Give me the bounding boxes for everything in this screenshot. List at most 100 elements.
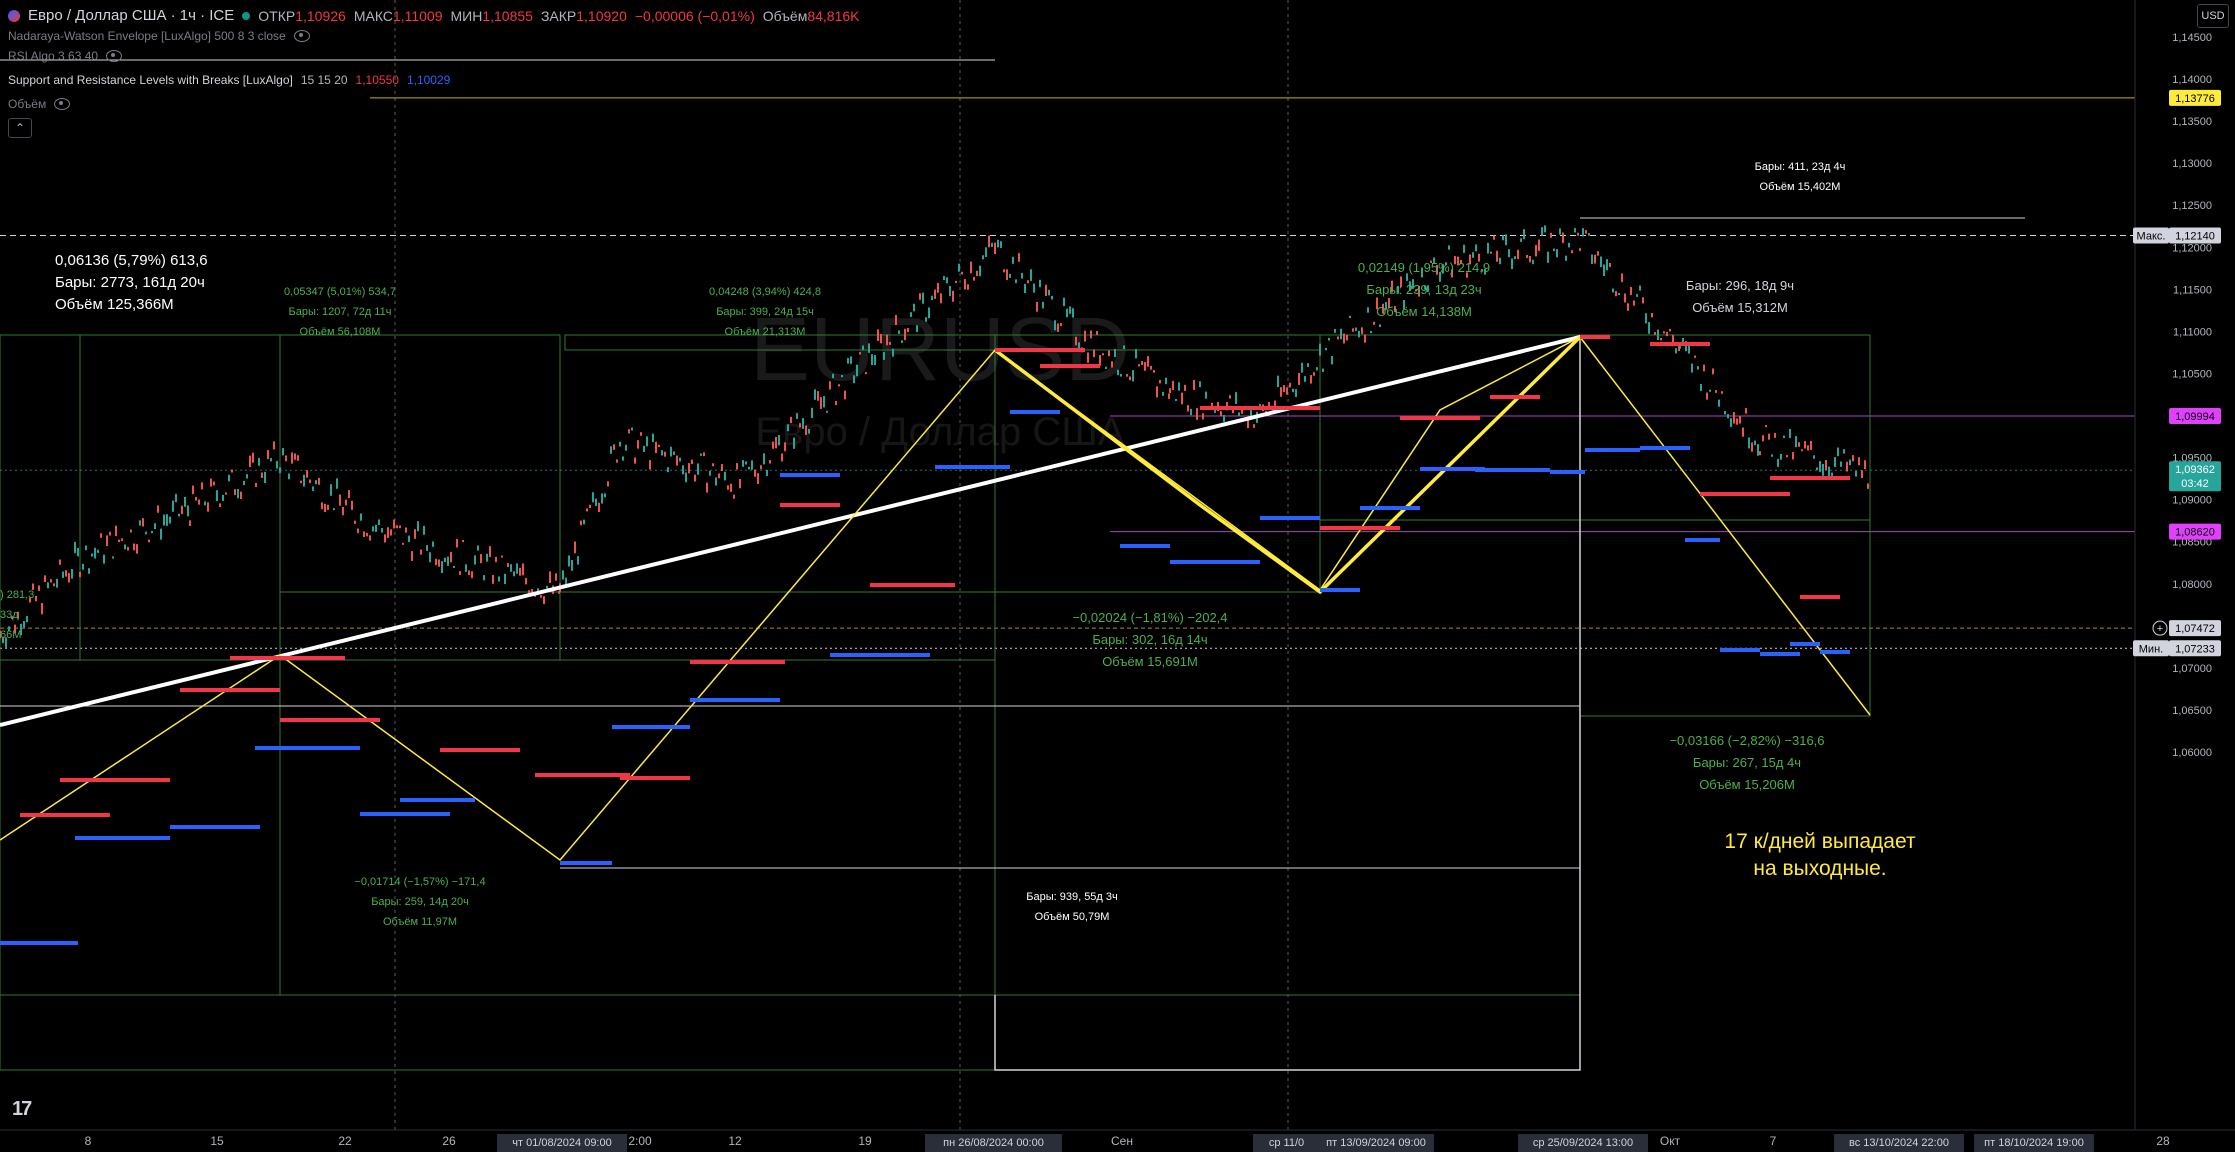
price-badge-value: 1,07472 xyxy=(2175,623,2215,635)
measure-box[interactable] xyxy=(1319,334,1581,521)
price-badge-label: Мин. xyxy=(2139,643,2163,655)
add-alert-plus: + xyxy=(2157,623,2163,635)
time-tick-label: Сен xyxy=(1111,1134,1133,1148)
measurement-label: Объём 15,312M xyxy=(1692,300,1788,315)
close-value: 1,10920 xyxy=(576,8,627,24)
measure-box[interactable] xyxy=(279,591,996,996)
time-highlight-label: пт 13/09/2024 09:00 xyxy=(1326,1137,1426,1149)
measurement-label: Бары: 399, 24д 15ч xyxy=(716,306,814,318)
indicator-sr-levels[interactable]: Support and Resistance Levels with Break… xyxy=(8,70,293,90)
eye-hidden-icon[interactable] xyxy=(54,98,71,110)
time-highlight-label: вс 13/10/2024 22:00 xyxy=(1849,1137,1949,1149)
measurement-label: 0,04248 (3,94%) 424,8 xyxy=(709,286,821,298)
time-tick-label: 28 xyxy=(2156,1134,2170,1148)
time-tick-label: 22 xyxy=(338,1134,352,1148)
symbol-title[interactable]: Евро / Доллар США · 1ч · ICE xyxy=(28,6,234,26)
measure-box[interactable] xyxy=(0,659,996,996)
price-badge-label: Макс. xyxy=(2137,231,2166,243)
measurement-label: Объём 11,97M xyxy=(383,916,457,928)
measurement-label: Объём 125,366M xyxy=(55,296,174,313)
measure-box[interactable] xyxy=(79,334,561,661)
measurement-label: Объём 15,206M xyxy=(1699,777,1795,792)
high-value: 1,11009 xyxy=(392,8,443,24)
eye-hidden-icon[interactable] xyxy=(106,50,123,62)
indicator-nadaraya[interactable]: Nadaraya-Watson Envelope [LuxAlgo] 500 8… xyxy=(8,26,286,46)
measurement-label: 0,02149 (1,95%) 214,9 xyxy=(1358,260,1490,275)
chart-legend: Евро / Доллар США · 1ч · ICE ОТКР 1,10926… xyxy=(8,6,860,138)
measurement-label: ) 281,3 xyxy=(0,589,34,601)
price-tick-label: 1,12500 xyxy=(2172,200,2212,212)
time-highlight-label: пн 26/08/2024 00:00 xyxy=(943,1137,1044,1149)
currency-button[interactable]: USD xyxy=(2197,4,2229,28)
measurement-label: Объём 56,108M xyxy=(300,326,381,338)
time-highlight-label: ср 25/09/2024 13:00 xyxy=(1533,1137,1633,1149)
price-tick-label: 1,10500 xyxy=(2172,368,2212,380)
measurement-label: 0,05347 (5,01%) 534,7 xyxy=(284,286,396,298)
time-tick-label: Окт xyxy=(1660,1134,1681,1148)
measurement-label: Объём 50,79M xyxy=(1035,911,1110,923)
price-tick-label: 1,13500 xyxy=(2172,116,2212,128)
market-status-dot xyxy=(242,12,251,20)
volume-value: 84,816K xyxy=(807,8,860,24)
measurement-label: Объём 14,138M xyxy=(1376,304,1472,319)
annotation-note-line-2: на выходные. xyxy=(1753,857,1887,880)
price-tick-label: 1,06000 xyxy=(2172,747,2212,759)
price-badge-value: 1,13776 xyxy=(2175,93,2215,105)
indicator-volume[interactable]: Объём xyxy=(8,94,46,114)
time-tick-label: 12 xyxy=(728,1134,742,1148)
annotation-note[interactable]: 17 к/дней выпадает на выходные. xyxy=(1660,828,1980,882)
measurement-label: Бары: 411, 23д 4ч xyxy=(1755,161,1846,173)
tradingview-logo[interactable]: 17 xyxy=(12,1098,32,1121)
price-tick-label: 1,07000 xyxy=(2172,663,2212,675)
annotation-note-line-1: 17 к/дней выпадает xyxy=(1724,830,1916,853)
high-label: МАКС xyxy=(353,8,393,24)
measure-box[interactable] xyxy=(0,994,1581,1071)
price-tick-label: 1,11000 xyxy=(2173,326,2212,338)
sr-params: 15 15 20 xyxy=(300,73,348,87)
price-tick-label: 1,14500 xyxy=(2172,32,2212,44)
price-badge-value: 1,09994 xyxy=(2175,411,2215,423)
price-badge-value: 1,09362 xyxy=(2175,464,2215,476)
measurement-label: Бары: 2773, 161д 20ч xyxy=(55,274,205,291)
measurement-label: Объём 15,402M xyxy=(1760,181,1841,193)
measurement-label: Бары: 939, 55д 3ч xyxy=(1026,891,1118,903)
indicator-rsi-algo[interactable]: RSI Algo 3 63 40 xyxy=(8,46,98,66)
measurement-label: 0,06136 (5,79%) 613,6 xyxy=(55,252,208,269)
measurement-label: Бары: 1207, 72д 11ч xyxy=(289,306,392,318)
close-label: ЗАКР xyxy=(540,8,577,24)
price-tick-label: 1,09000 xyxy=(2172,495,2212,507)
chevron-up-icon[interactable]: ⌃ xyxy=(8,118,32,138)
measurement-label: Бары: 259, 14д 20ч xyxy=(371,896,469,908)
time-highlight-label: пт 18/10/2024 19:00 xyxy=(1984,1137,2084,1149)
measurement-label: −0,03166 (−2,82%) −316,6 xyxy=(1669,733,1824,748)
measurement-label: −0,02024 (−1,81%) −202,4 xyxy=(1072,610,1227,625)
price-tick-label: 1,12000 xyxy=(2172,242,2212,254)
measurement-label: Объём 21,313M xyxy=(725,326,806,338)
volume-label: Объём xyxy=(762,8,808,24)
measurement-label: Бары: 302, 16д 14ч xyxy=(1092,632,1207,647)
price-chart[interactable]: EURUSDЕвро / Доллар США0,06136 (5,79%) 6… xyxy=(0,0,2235,1152)
measurement-label: Бары: 296, 18д 9ч xyxy=(1686,278,1794,293)
price-tick-label: 1,13000 xyxy=(2172,158,2212,170)
eye-hidden-icon[interactable] xyxy=(293,30,310,42)
price-tick-label: 1,14000 xyxy=(2172,74,2212,86)
time-tick-label: 15 xyxy=(210,1134,224,1148)
measurement-label: −0,01714 (−1,57%) −171,4 xyxy=(354,876,485,888)
measure-box[interactable] xyxy=(1579,519,1871,717)
price-badge-value: 1,07233 xyxy=(2175,643,2215,655)
measurement-label: 66M xyxy=(0,629,21,641)
symbol-logo-icon xyxy=(8,10,20,22)
symbol-watermark-subtitle: Евро / Доллар США xyxy=(755,410,1125,454)
measurement-label: 33д xyxy=(0,609,19,621)
open-label: ОТКР xyxy=(258,8,296,24)
sr-value-2: 1,10029 xyxy=(406,73,451,87)
measurement-label: Бары: 239, 13д 23ч xyxy=(1366,282,1481,297)
open-value: 1,10926 xyxy=(295,8,346,24)
time-tick-label: 8 xyxy=(85,1134,92,1148)
time-highlight-label: чт 01/08/2024 09:00 xyxy=(512,1137,611,1149)
time-tick-label: 26 xyxy=(442,1134,456,1148)
change-value: −0,00006 (−0,01%) xyxy=(634,8,755,24)
time-tick-label: 7 xyxy=(1770,1134,1777,1148)
time-highlight-label: ср 11/0 xyxy=(1269,1137,1304,1149)
low-label: МИН xyxy=(450,8,483,24)
